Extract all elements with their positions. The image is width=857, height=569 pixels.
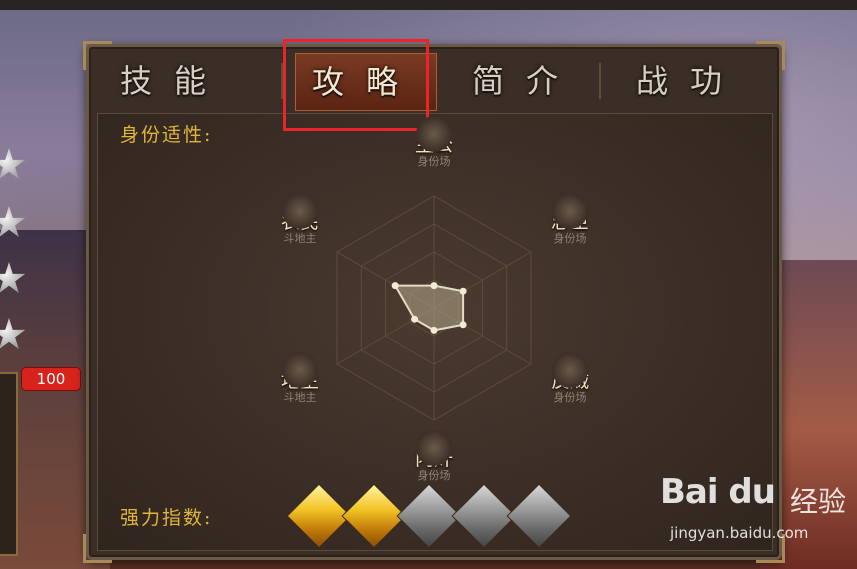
role-lord: 主公 身份场 xyxy=(394,116,474,169)
role-landlord: 地主 斗地主 xyxy=(260,352,340,405)
radar-point-traitor xyxy=(430,326,438,334)
role-emblem xyxy=(282,352,318,388)
role-mode: 斗地主 xyxy=(283,391,317,404)
watermark-logo: Bai du xyxy=(660,472,776,512)
watermark-jingyan: 经验 xyxy=(790,485,847,518)
radar-value-polygon xyxy=(393,284,465,332)
role-loyalist: 忠臣 身份场 xyxy=(530,193,610,246)
role-mode: 身份场 xyxy=(417,469,451,482)
role-emblem xyxy=(282,193,318,229)
role-mode: 斗地主 xyxy=(283,232,317,245)
role-emblem xyxy=(552,193,588,229)
radar-point-loyalist xyxy=(459,287,467,295)
radar-point-rebel xyxy=(459,321,467,329)
radar-point-landlord xyxy=(411,315,419,323)
watermark-url: jingyan.baidu.com xyxy=(670,524,809,542)
role-mode: 身份场 xyxy=(553,391,587,404)
radar-point-lord xyxy=(430,282,438,290)
role-mode: 身份场 xyxy=(417,155,451,168)
role-emblem xyxy=(552,352,588,388)
role-farmer: 农民 斗地主 xyxy=(260,193,340,246)
radar-point-farmer xyxy=(391,282,399,290)
role-mode: 身份场 xyxy=(553,232,587,245)
role-emblem xyxy=(416,430,452,466)
power-index-label: 强力指数: xyxy=(120,507,213,529)
role-emblem xyxy=(416,116,452,152)
role-traitor: 内奸 身份场 xyxy=(394,430,474,483)
baidu-jingyan-watermark: Bai du 经验 jingyan.baidu.com xyxy=(660,472,850,552)
role-rebel: 反贼 身份场 xyxy=(530,352,610,405)
